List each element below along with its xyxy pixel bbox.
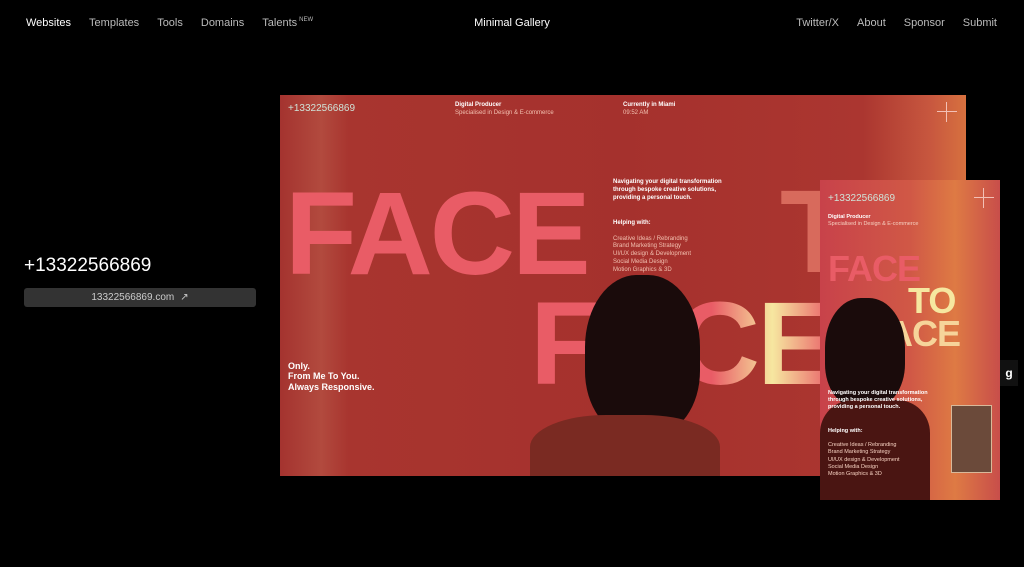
- preview-location: Currently in Miami 09:52 AM: [623, 102, 676, 116]
- nav-sponsor[interactable]: Sponsor: [904, 17, 945, 29]
- nav-tools[interactable]: Tools: [157, 17, 183, 29]
- nav-websites[interactable]: Websites: [26, 17, 71, 29]
- preview-tagline: Only. From Me To You. Always Responsive.: [288, 361, 375, 392]
- plus-icon: [937, 102, 957, 122]
- nav-domains[interactable]: Domains: [201, 17, 244, 29]
- nav-talents[interactable]: Talents NEW: [262, 17, 313, 29]
- new-badge: NEW: [299, 17, 314, 24]
- nav-templates[interactable]: Templates: [89, 17, 139, 29]
- preview-helping: Helping with: Creative Ideas / Rebrandin…: [613, 220, 692, 273]
- nav-left: Websites Templates Tools Domains Talents…: [26, 17, 313, 29]
- visit-website-button[interactable]: 13322566869.com ↗: [24, 288, 256, 307]
- mobile-intro: Navigating your digital transformation t…: [828, 390, 928, 411]
- mobile-helping: Helping with: Creative Ideas / Rebrandin…: [828, 428, 900, 477]
- mobile-phone: +13322566869: [828, 193, 896, 204]
- award-badge[interactable]: g: [1000, 360, 1018, 386]
- mobile-role: Digital Producer Specialised in Design & …: [828, 214, 919, 228]
- preview-role: Digital Producer Specialised in Design & …: [455, 102, 554, 116]
- nav-about[interactable]: About: [857, 17, 886, 29]
- headline-face: FACE: [285, 168, 591, 300]
- arrow-up-right-icon: ↗: [180, 292, 189, 303]
- person-shoulders: [530, 415, 720, 476]
- award-thumbnail: [951, 405, 992, 473]
- mobile-preview[interactable]: +13322566869 Digital Producer Specialised…: [820, 180, 1000, 500]
- nav-submit[interactable]: Submit: [963, 17, 997, 29]
- preview-phone: +13322566869: [288, 103, 356, 114]
- nav-right: Twitter/X About Sponsor Submit: [796, 17, 997, 29]
- person-silhouette: [585, 275, 700, 435]
- preview-intro: Navigating your digital transformation t…: [613, 179, 722, 201]
- website-title: +13322566869: [24, 255, 152, 276]
- nav-twitter[interactable]: Twitter/X: [796, 17, 839, 29]
- nav-talents-label: Talents: [262, 17, 298, 29]
- plus-icon: [974, 188, 994, 208]
- website-link-label: 13322566869.com: [91, 292, 175, 303]
